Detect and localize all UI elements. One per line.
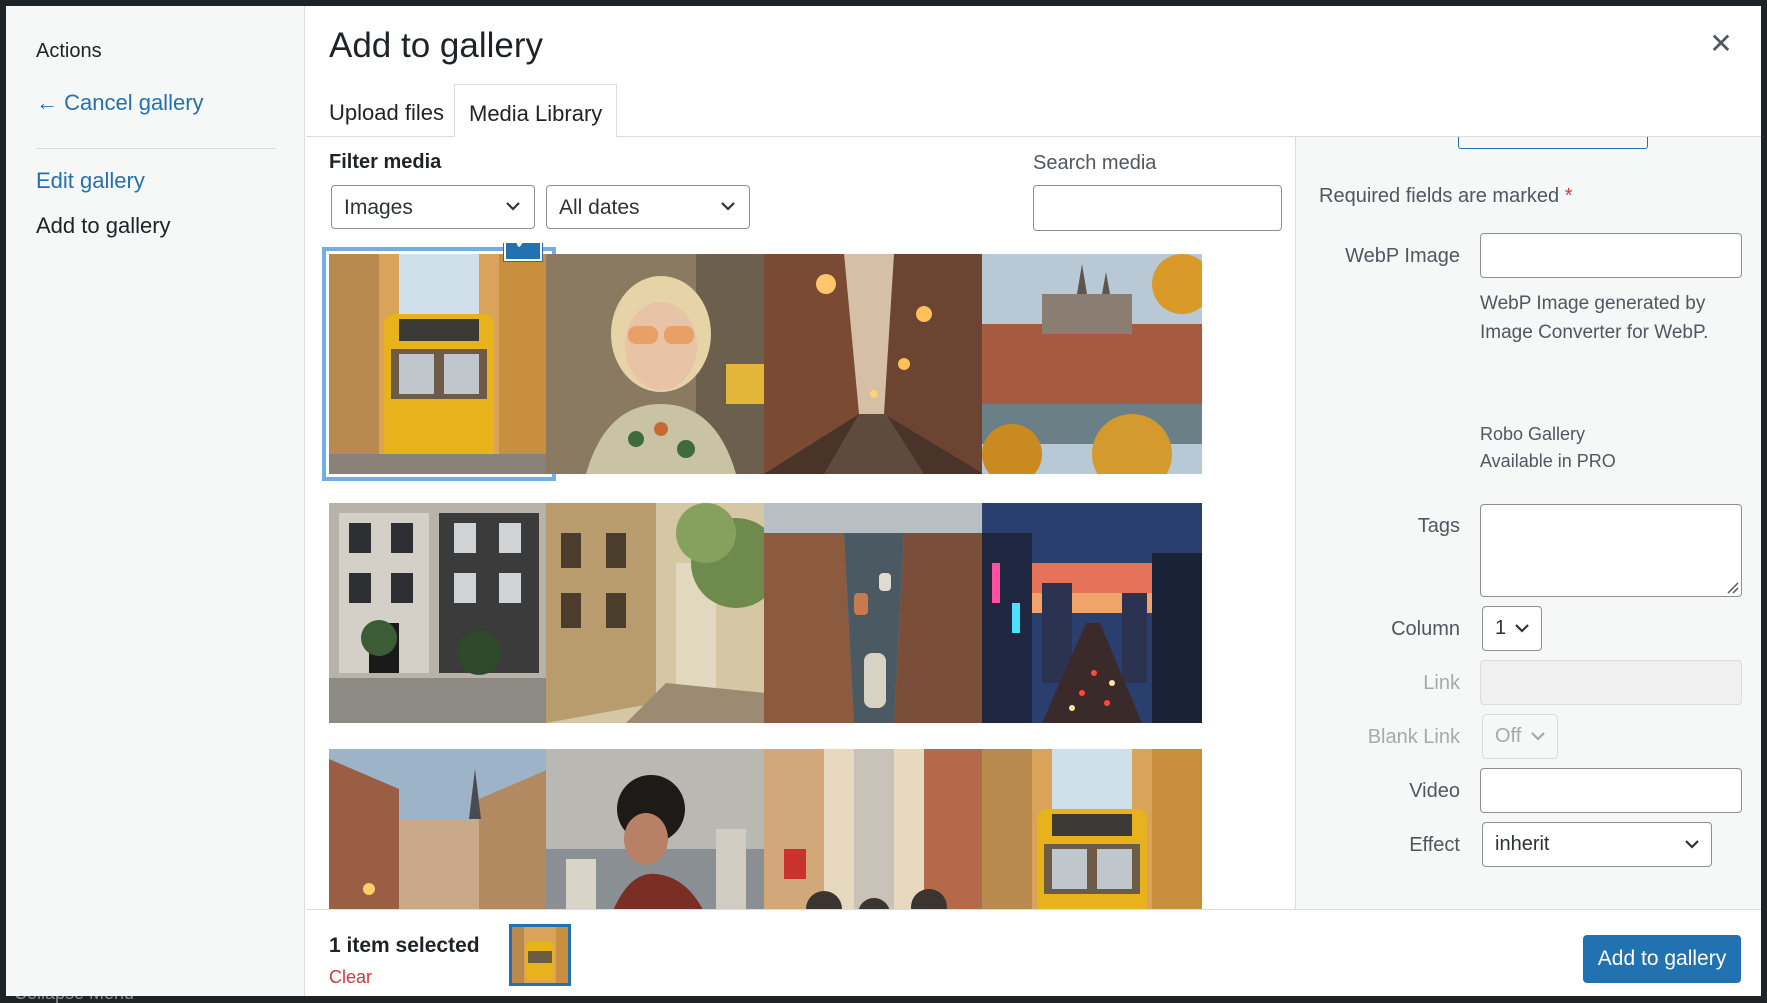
media-type-filter[interactable]: Images [331, 185, 535, 229]
portrait-image [546, 254, 766, 474]
column-value: 1 [1495, 617, 1507, 639]
attachment-thumb[interactable] [546, 749, 766, 909]
tram-image [329, 254, 549, 474]
date-filter[interactable]: All dates [546, 185, 750, 229]
webp-image-label: WebP Image [1345, 245, 1460, 267]
attachment-thumb[interactable] [546, 503, 766, 723]
search-input[interactable] [1033, 185, 1282, 231]
woman-rooftop-image [546, 749, 766, 909]
chevron-down-icon [506, 202, 520, 211]
attachment-thumb[interactable] [982, 749, 1202, 909]
attachment-thumb[interactable] [764, 503, 984, 723]
required-fields-note: Required fields are marked * [1319, 185, 1572, 208]
link-input [1480, 660, 1742, 705]
attachment-thumb[interactable] [546, 254, 766, 474]
effect-value: inherit [1495, 833, 1550, 855]
selected-thumbnail[interactable] [509, 924, 571, 986]
add-to-gallery-menu-item[interactable]: Add to gallery [36, 213, 171, 239]
required-note-text: Required fields are marked [1319, 185, 1560, 207]
add-to-gallery-button[interactable]: Add to gallery [1583, 935, 1741, 983]
filter-media-label: Filter media [329, 151, 442, 173]
effect-label: Effect [1409, 834, 1460, 856]
chevron-down-icon [721, 202, 735, 211]
webp-description: WebP Image generated by Image Converter … [1480, 293, 1709, 343]
attachments-grid: ✓ [306, 243, 1295, 909]
townhouse-image [329, 503, 549, 723]
selection-count: 1 item selected [329, 934, 480, 957]
webp-image-input[interactable] [1480, 233, 1742, 278]
video-label: Video [1409, 780, 1460, 802]
video-input[interactable] [1480, 768, 1742, 813]
blank-link-value: Off [1495, 725, 1522, 747]
column-label: Column [1391, 618, 1460, 640]
attachment-details-sidebar: Required fields are marked * WebP Image … [1295, 137, 1761, 909]
menu-separator [36, 148, 276, 149]
robo-gallery-text: Robo Gallery [1480, 424, 1586, 444]
sunset-avenue-image [982, 503, 1202, 723]
date-filter-value: All dates [559, 196, 640, 219]
media-toolbar-footer: 1 item selected Clear Add to gallery [306, 909, 1761, 996]
menu-heading: Actions [36, 40, 102, 62]
attachment-thumb[interactable] [764, 254, 984, 474]
attachment-thumb[interactable] [329, 503, 549, 723]
media-modal: Actions ← Cancel gallery Edit gallery Ad… [6, 6, 1761, 996]
attachment-thumb[interactable] [982, 503, 1202, 723]
tram-image-2 [982, 749, 1202, 909]
blank-link-select: Off [1482, 714, 1558, 759]
search-media-label: Search media [1033, 152, 1157, 174]
attachment-thumb[interactable] [329, 254, 549, 474]
router-tabs: Upload files Media Library [306, 79, 1761, 138]
tab-media-library[interactable]: Media Library [454, 84, 618, 138]
chevron-down-icon [1515, 624, 1529, 633]
edit-gallery-link[interactable]: Edit gallery [36, 168, 145, 194]
modal-title: Add to gallery [329, 26, 544, 65]
selected-check-icon[interactable]: ✓ [504, 243, 542, 261]
chevron-down-icon [1531, 732, 1545, 741]
old-town-image [329, 749, 549, 909]
lantern-street-image [764, 254, 984, 474]
effect-select[interactable]: inherit [1482, 822, 1712, 867]
copy-url-button[interactable] [1458, 137, 1648, 149]
chevron-down-icon [1685, 840, 1699, 849]
attachment-thumb[interactable] [982, 254, 1202, 474]
tram-mini-image [512, 927, 568, 983]
castle-city-image [982, 254, 1202, 474]
link-label: Link [1423, 672, 1460, 694]
tags-label: Tags [1417, 515, 1460, 537]
attachment-thumb[interactable] [764, 749, 984, 909]
canal-image [764, 503, 984, 723]
blank-link-label: Blank Link [1367, 726, 1460, 748]
resize-handle-icon[interactable] [1725, 580, 1739, 594]
media-menu: Actions ← Cancel gallery Edit gallery Ad… [6, 6, 305, 996]
clear-selection-link[interactable]: Clear [329, 967, 372, 988]
available-in-pro-text: Available in PRO [1480, 451, 1616, 471]
paris-street-image [546, 503, 766, 723]
people-walking-image [764, 749, 984, 909]
required-star: * [1564, 185, 1573, 207]
media-type-value: Images [344, 196, 413, 219]
attachment-thumb[interactable] [329, 749, 549, 909]
close-icon[interactable]: ✕ [1705, 28, 1737, 60]
tab-upload-files[interactable]: Upload files [315, 84, 458, 137]
tags-textarea[interactable] [1480, 504, 1742, 597]
cancel-gallery-link[interactable]: ← Cancel gallery [36, 90, 204, 116]
column-select[interactable]: 1 [1482, 606, 1542, 651]
